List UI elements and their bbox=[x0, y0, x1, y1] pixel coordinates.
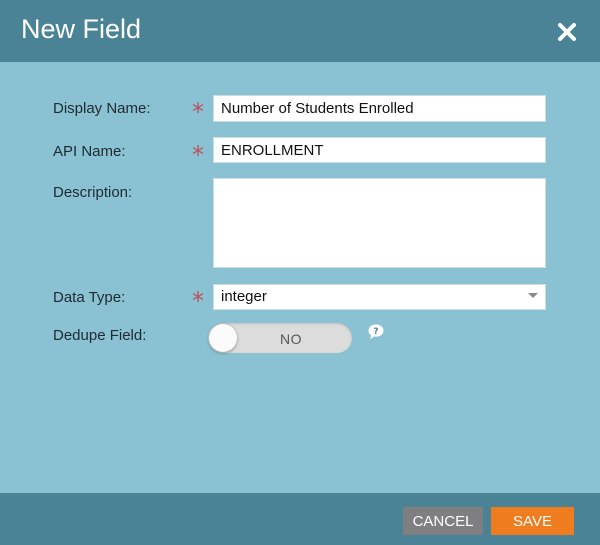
toggle-knob bbox=[209, 324, 237, 352]
display-name-label: Display Name: bbox=[53, 100, 151, 117]
api-name-input[interactable] bbox=[213, 137, 546, 163]
display-name-input[interactable] bbox=[213, 95, 546, 122]
dialog-title: New Field bbox=[21, 14, 142, 44]
required-asterisk: * bbox=[192, 141, 204, 169]
data-type-value: integer bbox=[221, 288, 267, 305]
data-type-label: Data Type: bbox=[53, 289, 126, 306]
description-textarea[interactable] bbox=[213, 178, 546, 268]
save-button[interactable]: SAVE bbox=[491, 507, 574, 535]
required-asterisk: * bbox=[192, 287, 204, 315]
close-icon[interactable] bbox=[555, 20, 579, 44]
api-name-label: API Name: bbox=[53, 143, 126, 160]
dedupe-toggle[interactable]: NO bbox=[208, 323, 352, 353]
data-type-select[interactable]: integer bbox=[213, 284, 546, 310]
dialog-body bbox=[0, 62, 600, 493]
dedupe-field-label: Dedupe Field: bbox=[53, 327, 147, 344]
toggle-state-text: NO bbox=[280, 331, 302, 347]
required-asterisk: * bbox=[192, 98, 204, 126]
description-label: Description: bbox=[53, 184, 133, 201]
cancel-button[interactable]: CANCEL bbox=[403, 507, 483, 535]
dialog-header: New Field bbox=[0, 0, 600, 62]
help-bubble-icon[interactable]: ? bbox=[367, 323, 385, 341]
svg-text:?: ? bbox=[373, 327, 378, 337]
